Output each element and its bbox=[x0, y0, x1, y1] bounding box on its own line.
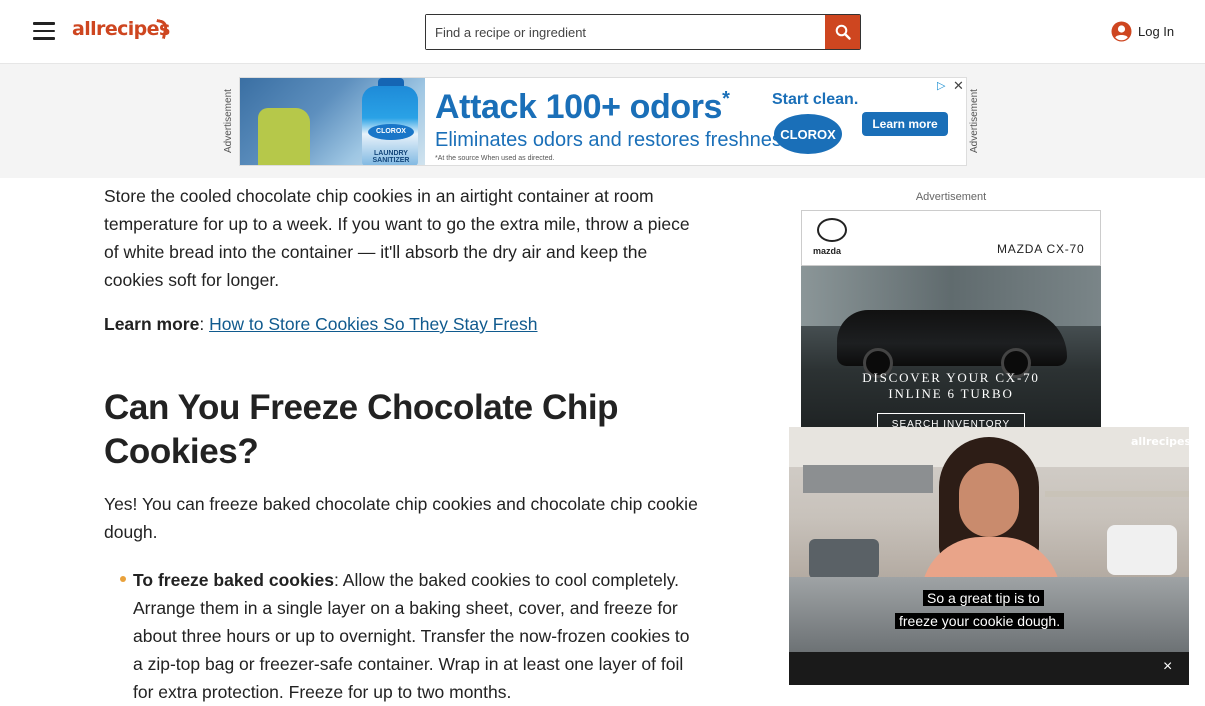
ad-label-right: Advertisement bbox=[969, 89, 980, 153]
adchoices-icon[interactable]: ▷ bbox=[937, 79, 945, 92]
video-control-bar: × bbox=[789, 652, 1189, 685]
learn-more-line: Learn more: How to Store Cookies So They… bbox=[104, 310, 538, 338]
ad-label-left: Advertisement bbox=[223, 89, 234, 153]
ad-subline: Eliminates odors and restores freshness. bbox=[435, 129, 798, 151]
ad-brand-logo: CLOROX bbox=[774, 114, 842, 154]
freeze-intro-paragraph: Yes! You can freeze baked chocolate chip… bbox=[104, 494, 698, 542]
learn-more-separator: : bbox=[199, 314, 205, 334]
video-bg-shelf bbox=[1045, 491, 1189, 497]
mazda-headline-1: DISCOVER YOUR CX-70 bbox=[862, 370, 1040, 385]
section-heading: Can You Freeze Chocolate Chip Cookies? bbox=[104, 388, 619, 471]
learn-more-label: Learn more bbox=[104, 314, 200, 334]
learn-more-link[interactable]: How to Store Cookies So They Stay Fresh bbox=[209, 314, 537, 334]
search-button[interactable] bbox=[825, 15, 860, 49]
clorox-banner-ad[interactable]: CLOROX LAUNDRY SANITIZER Attack 100+ odo… bbox=[239, 77, 967, 166]
ad-learn-more-button[interactable]: Learn more bbox=[862, 112, 948, 136]
account-circle-icon bbox=[1111, 21, 1132, 42]
search-input[interactable] bbox=[426, 15, 825, 49]
hamburger-menu-icon[interactable] bbox=[33, 22, 55, 40]
search-bar bbox=[425, 14, 861, 50]
video-bg-hood bbox=[803, 465, 933, 493]
video-close-icon[interactable]: × bbox=[1163, 658, 1172, 676]
close-icon[interactable]: ✕ bbox=[953, 78, 964, 94]
login-button[interactable]: Log In bbox=[1111, 21, 1174, 42]
mazda-side-ad[interactable]: mazda MAZDA CX-70 DISCOVER YOUR CX-70 IN… bbox=[801, 210, 1101, 440]
ad-bottle-label: CLOROX bbox=[368, 124, 414, 140]
mazda-ad-header bbox=[801, 210, 1101, 266]
bullet-dot-icon bbox=[120, 576, 126, 582]
mazda-logo-text: mazda bbox=[813, 246, 842, 256]
video-frame[interactable]: allrecipes So a great tip is to freeze y… bbox=[789, 427, 1189, 652]
storage-paragraph: Store the cooled chocolate chip cookies … bbox=[104, 186, 690, 290]
mazda-model-name: MAZDA CX-70 bbox=[997, 242, 1085, 256]
bullet-bold-label: To freeze baked cookies bbox=[133, 570, 335, 590]
ad-bottle-text: LAUNDRY SANITIZER bbox=[372, 150, 410, 164]
video-watermark-logo: allrecipes bbox=[1131, 435, 1189, 448]
ad-headline: Attack 100+ odors* bbox=[435, 88, 730, 126]
ad-start-clean: Start clean. bbox=[772, 91, 859, 108]
search-icon bbox=[835, 24, 851, 40]
login-label: Log In bbox=[1138, 24, 1175, 39]
video-bg-dutch-oven bbox=[1107, 525, 1177, 575]
mazda-headline-2: INLINE 6 TURBO bbox=[888, 386, 1014, 401]
video-caption-line-2: freeze your cookie dough. bbox=[895, 613, 1065, 629]
side-ad-label: Advertisement bbox=[915, 191, 987, 203]
ad-fine-print: *At the source When used as directed. bbox=[435, 155, 555, 162]
floating-video-player[interactable]: allrecipes So a great tip is to freeze y… bbox=[789, 427, 1189, 685]
video-bg-pot bbox=[809, 539, 879, 579]
ad-towel-image bbox=[258, 108, 310, 165]
video-presenter-face bbox=[959, 463, 1019, 537]
bullet-text: To freeze baked cookies: Allow the baked… bbox=[133, 566, 704, 706]
mazda-logo-icon bbox=[817, 218, 847, 242]
site-header: allrecipes Log In bbox=[0, 0, 1205, 64]
video-caption-line-1: So a great tip is to bbox=[923, 590, 1044, 606]
